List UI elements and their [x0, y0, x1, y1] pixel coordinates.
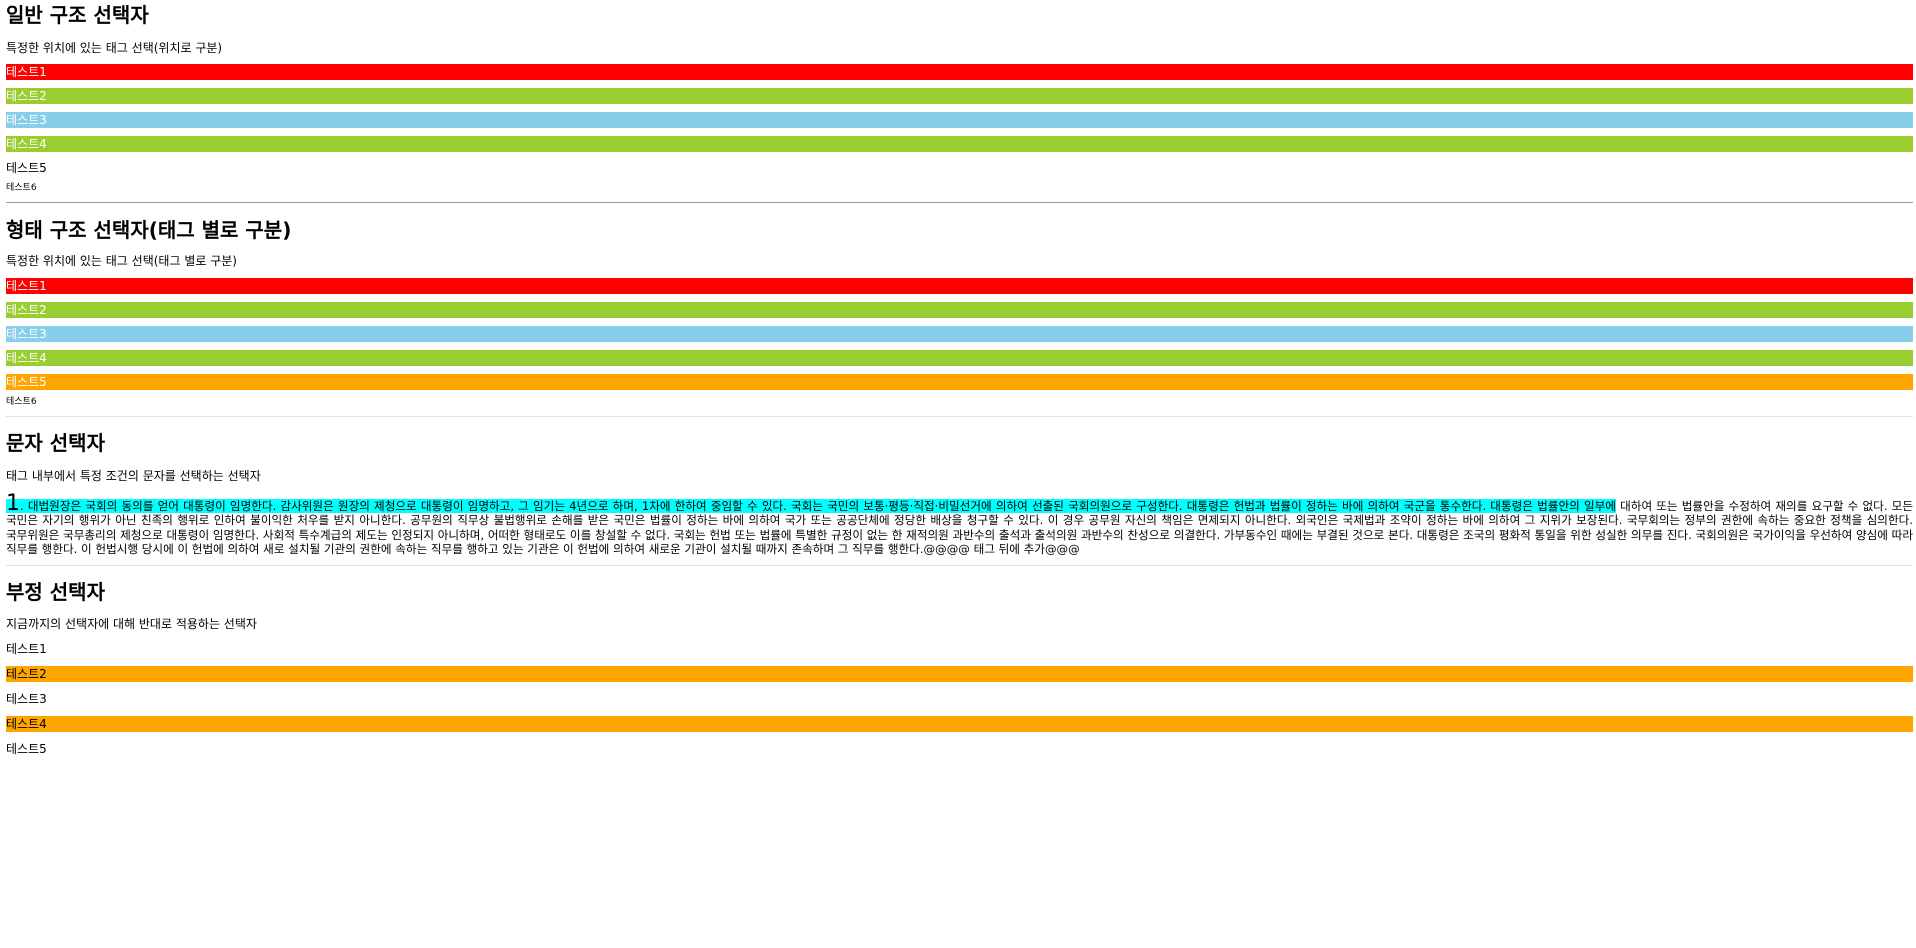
- section-title: 일반 구조 선택자: [6, 3, 149, 27]
- list-item: 테스트4: [6, 350, 1913, 366]
- list-item: 테스트4: [6, 716, 1913, 733]
- section-description: 지금까지의 선택자에 대해 반대로 적용하는 선택자: [6, 617, 257, 632]
- section-divider: [6, 416, 1913, 417]
- first-line-highlight: 1. 대법원장은 국회의 동의를 얻어 대통령이 임명한다. 감사위원은 원장의…: [6, 493, 1616, 515]
- section-negation-selector: 부정 선택자 지금까지의 선택자에 대해 반대로 적용하는 선택자 테스트1 테…: [6, 579, 1913, 757]
- list-item: 테스트6: [6, 397, 37, 407]
- section-description: 태그 내부에서 특정 조건의 문자를 선택하는 선택자: [6, 469, 261, 483]
- section-divider: [6, 202, 1913, 203]
- list-item: 테스트1: [6, 64, 1913, 80]
- list-item: 테스트5: [6, 161, 47, 175]
- section-title: 형태 구조 선택자(태그 별로 구분): [6, 218, 292, 242]
- section-description: 특정한 위치에 있는 태그 선택(위치로 구분): [6, 41, 223, 55]
- list-item: 테스트4: [6, 136, 1913, 152]
- section-description: 특정한 위치에 있는 태그 선택(태그 별로 구분): [6, 254, 237, 268]
- text-paragraph: 1. 대법원장은 국회의 동의를 얻어 대통령이 임명한다. 감사위원은 원장의…: [6, 493, 1913, 556]
- section-title: 문자 선택자: [6, 431, 105, 455]
- first-line-text: . 대법원장은 국회의 동의를 얻어 대통령이 임명한다. 감사위원은 원장의 …: [20, 499, 1616, 513]
- section-divider: [6, 565, 1913, 567]
- list-item: 테스트5: [6, 374, 1913, 390]
- list-item: 테스트1: [6, 642, 47, 657]
- list-item: 테스트1: [6, 278, 1913, 294]
- section-text-selector: 문자 선택자 태그 내부에서 특정 조건의 문자를 선택하는 선택자 1. 대법…: [6, 430, 1913, 556]
- list-item: 테스트2: [6, 88, 1913, 104]
- section-general-structure-selector: 일반 구조 선택자 특정한 위치에 있는 태그 선택(위치로 구분) 테스트1 …: [6, 2, 1913, 194]
- list-item: 테스트5: [6, 742, 47, 757]
- list-item: 테스트2: [6, 302, 1913, 318]
- list-item: 테스트3: [6, 112, 1913, 128]
- first-letter: 1: [6, 491, 20, 516]
- list-item: 테스트3: [6, 692, 47, 707]
- list-item: 테스트2: [6, 666, 1913, 683]
- section-title: 부정 선택자: [6, 580, 105, 605]
- list-item: 테스트6: [6, 183, 37, 193]
- list-item: 테스트3: [6, 326, 1913, 342]
- section-type-structure-selector: 형태 구조 선택자(태그 별로 구분) 특정한 위치에 있는 태그 선택(태그 …: [6, 217, 1913, 408]
